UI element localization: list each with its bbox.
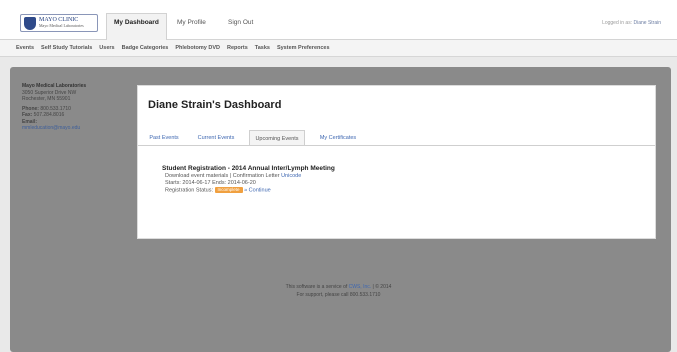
tab-upcoming-events[interactable]: Upcoming Events — [249, 130, 305, 146]
footer: This software is a service of CWS, Inc. … — [0, 283, 677, 299]
nav-item-badge-categories[interactable]: Badge Categories — [122, 45, 169, 51]
registration-status-label: Registration Status: — [165, 187, 213, 194]
tab-my-certificates[interactable]: My Certificates — [314, 130, 362, 146]
logged-in-prefix: Logged in as: — [602, 20, 633, 26]
nav-item-events[interactable]: Events — [16, 45, 34, 51]
continue-link[interactable]: » Continue — [244, 187, 271, 193]
tab-divider — [138, 145, 655, 146]
page-title: Diane Strain's Dashboard — [148, 99, 282, 111]
footer-line1: This software is a service of CWS, Inc. … — [0, 283, 677, 291]
footer-prefix: This software is a service of — [285, 284, 348, 290]
unicode-link[interactable]: Unicode — [281, 173, 301, 179]
footer-suffix: | © 2014 — [372, 284, 392, 290]
top-bar: MAYO CLINIC Mayo Medical Laboratories My… — [0, 0, 677, 40]
event-item: Student Registration - 2014 Annual Inter… — [162, 164, 335, 194]
tab-current-events[interactable]: Current Events — [194, 130, 238, 146]
nav-item-self-study-tutorials[interactable]: Self Study Tutorials — [41, 45, 92, 51]
contact-sidebar: Mayo Medical Laboratories 3050 Superior … — [22, 83, 117, 132]
dashboard-panel: Diane Strain's Dashboard Past Events Cur… — [137, 85, 656, 239]
footer-support: For support, please call 800.533.1710 — [296, 292, 381, 298]
mayo-clinic-logo[interactable]: MAYO CLINIC Mayo Medical Laboratories — [20, 14, 98, 32]
nav-item-tasks[interactable]: Tasks — [255, 45, 270, 51]
company-link[interactable]: CWS, Inc. — [349, 284, 372, 290]
phone-number: 800.533.1710 — [40, 105, 71, 112]
tab-past-events[interactable]: Past Events — [146, 130, 182, 146]
tab-my-profile[interactable]: My Profile — [170, 14, 213, 32]
registration-status: Registration Status: Incomplete » Contin… — [162, 187, 335, 194]
logo-line2: Mayo Medical Laboratories — [39, 23, 84, 28]
event-dates: Starts: 2014-06-17 Ends: 2014-06-20 — [165, 180, 256, 186]
main-nav: Events Self Study Tutorials Users Badge … — [0, 40, 677, 57]
nav-item-reports[interactable]: Reports — [227, 45, 248, 51]
nav-item-phlebotomy-dvd[interactable]: Phlebotomy DVD — [175, 45, 220, 51]
logged-in-user[interactable]: Diane Strain — [633, 20, 661, 26]
fax-number: 507.284.8016 — [33, 112, 65, 118]
event-materials-links[interactable]: Download event materials | Confirmation … — [165, 173, 280, 179]
event-materials: Download event materials | Confirmation … — [162, 173, 335, 180]
tab-sign-out[interactable]: Sign Out — [221, 14, 260, 32]
event-tabs: Past Events Current Events Upcoming Even… — [138, 130, 655, 146]
status-badge: Incomplete — [214, 187, 243, 193]
logged-in-status: Logged in as: Diane Strain — [602, 20, 661, 26]
tab-my-dashboard[interactable]: My Dashboard — [106, 13, 167, 40]
nav-item-users[interactable]: Users — [99, 45, 114, 51]
email-link[interactable]: mmleducation@mayo.edu — [22, 125, 117, 132]
nav-item-system-preferences[interactable]: System Preferences — [277, 45, 330, 51]
event-title[interactable]: Student Registration - 2014 Annual Inter… — [162, 164, 335, 173]
shield-icon — [24, 16, 36, 30]
